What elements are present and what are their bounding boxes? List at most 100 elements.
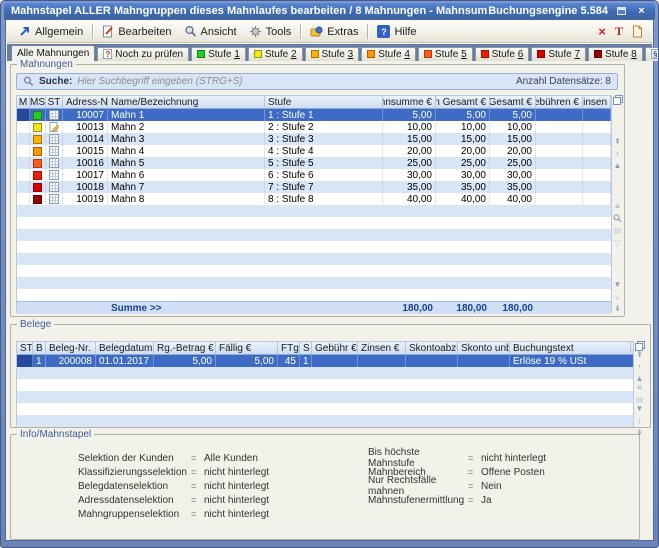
column-header[interactable]: Belegdatum: [96, 342, 154, 354]
tab-stufe-3[interactable]: Stufe 3: [305, 47, 360, 61]
tab-stufe-2[interactable]: Stufe 2: [248, 47, 303, 61]
toolbar: Allgemein Bearbeiten Ansicht Tools Extra…: [7, 21, 652, 43]
column-header[interactable]: Gebühren €: [536, 96, 583, 108]
mahnung-row[interactable]: 10015Mahn 44 : Stufe 420,0020,0020,00: [17, 145, 611, 157]
column-header[interactable]: Buchungstext: [510, 342, 631, 354]
scroll-bottom-icon[interactable]: ⇟: [614, 304, 621, 313]
column-header[interactable]: Gebühr €: [312, 342, 358, 354]
grid-icon: [49, 110, 59, 120]
info-value: nicht hinterlegt: [204, 467, 269, 478]
column-header[interactable]: ST: [17, 342, 33, 354]
column-header[interactable]: MS: [30, 96, 46, 108]
belege-group: Belege ST B Beleg-Nr. Belegdatum Rg.-Bet…: [10, 324, 651, 428]
column-header[interactable]: Zinsen €: [358, 342, 406, 354]
move-down-icon[interactable]: ↓: [637, 416, 641, 425]
mahnung-row[interactable]: 10018Mahn 77 : Stufe 735,0035,0035,00: [17, 181, 611, 193]
page-down-icon[interactable]: ▼: [614, 280, 622, 289]
column-header[interactable]: Fällig Gesamt €: [490, 96, 536, 108]
column-header[interactable]: Stufe: [265, 96, 383, 108]
mahnung-row[interactable]: 10007Mahn 11 : Stufe 15,005,005,00: [17, 109, 611, 121]
tab-stufe-1[interactable]: Stufe 1: [191, 47, 246, 61]
mahnung-row[interactable]: 10017Mahn 66 : Stufe 630,0030,0030,00: [17, 169, 611, 181]
tab-stufe-7[interactable]: Stufe 7: [531, 47, 586, 61]
tab-rechtsf-lle[interactable]: §Rechtsfälle: [645, 47, 659, 61]
tab-noch-zu-pr-fen[interactable]: ?Noch zu prüfen: [97, 47, 189, 61]
menu-tools[interactable]: Tools: [243, 23, 298, 40]
empty-row: [17, 277, 611, 289]
menu-hilfe[interactable]: ? Hilfe: [371, 23, 422, 40]
page-up-icon[interactable]: ▲: [636, 374, 644, 383]
search-input[interactable]: [77, 76, 511, 87]
menu-extras[interactable]: Extras: [304, 23, 364, 40]
column-header[interactable]: Zinsen: [583, 96, 611, 108]
adress-nr-cell: 10013: [63, 121, 108, 133]
empty-row: [17, 265, 611, 277]
column-header[interactable]: B: [33, 342, 46, 354]
tab-stufe-4[interactable]: Stufe 4: [361, 47, 416, 61]
export-icon[interactable]: ▤: [636, 395, 644, 404]
column-header[interactable]: Rg.-Betrag €: [154, 342, 216, 354]
copy-grid-icon[interactable]: [635, 341, 645, 350]
empty-row: [17, 229, 611, 241]
mahnung-row[interactable]: 10019Mahn 88 : Stufe 840,0040,0040,00: [17, 193, 611, 205]
column-header[interactable]: Skonto unber. €: [458, 342, 510, 354]
zinsen-cell: [583, 169, 611, 181]
belege-header[interactable]: ST B Beleg-Nr. Belegdatum Rg.-Betrag € F…: [17, 342, 633, 355]
tab-stufe-5[interactable]: Stufe 5: [418, 47, 473, 61]
toolbar-text-icon[interactable]: T: [615, 24, 623, 39]
beleg-row[interactable]: 120000801.01.20175,005,00451Erlöse 19 % …: [17, 355, 633, 367]
column-header[interactable]: FTg: [278, 342, 300, 354]
column-header[interactable]: Adress-Nr.: [63, 96, 108, 108]
column-header[interactable]: M: [17, 96, 30, 108]
columns-icon[interactable]: ≡: [615, 202, 620, 211]
column-header[interactable]: Skontoabzug €: [406, 342, 458, 354]
tab-stufe-8[interactable]: Stufe 8: [588, 47, 643, 61]
move-up-icon[interactable]: ↑: [615, 149, 619, 158]
mahnung-row[interactable]: 10016Mahn 55 : Stufe 525,0025,0025,00: [17, 157, 611, 169]
restore-button[interactable]: [615, 5, 628, 17]
mahnsumme-cell: 10,00: [383, 121, 436, 133]
close-button[interactable]: ×: [635, 5, 648, 17]
filter-icon[interactable]: ▽: [614, 238, 620, 247]
title-bar[interactable]: Mahnstapel ALLER Mahngruppen dieses Mahn…: [4, 3, 655, 19]
stufe-cell: 3 : Stufe 3: [265, 133, 383, 145]
column-header[interactable]: Fällig €: [216, 342, 278, 354]
grid-search-icon[interactable]: [613, 214, 622, 223]
menu-bearbeiten[interactable]: Bearbeiten: [96, 23, 177, 40]
column-header[interactable]: Beleg-Nr.: [46, 342, 96, 354]
info-value: nicht hinterlegt: [204, 495, 269, 506]
s-cell: 1: [300, 355, 312, 367]
toolbar-close-icon[interactable]: ×: [598, 26, 606, 38]
menu-allgemein[interactable]: Allgemein: [12, 23, 89, 40]
page-edit-icon: [49, 122, 59, 132]
mahnsumme-cell: 35,00: [383, 181, 436, 193]
mahnung-row[interactable]: 10014Mahn 33 : Stufe 315,0015,0015,00: [17, 133, 611, 145]
page-down-icon[interactable]: ▼: [636, 404, 644, 413]
new-page-icon[interactable]: [632, 25, 643, 38]
mahnungen-header[interactable]: M MS ST Adress-Nr. Name/Bezeichnung Stuf…: [17, 96, 611, 109]
zinsen-cell: [583, 121, 611, 133]
columns-icon[interactable]: ≡: [637, 383, 642, 392]
scroll-top-icon[interactable]: ⇞: [614, 137, 621, 146]
faellig-cell: 30,00: [490, 169, 536, 181]
scroll-top-icon[interactable]: ⇞: [636, 350, 643, 359]
faellig-cell: 35,00: [490, 181, 536, 193]
export-icon[interactable]: ▤: [614, 226, 622, 235]
app-version: Buchungsengine 5.584: [488, 5, 608, 17]
move-down-icon[interactable]: ↓: [615, 292, 619, 301]
tab-label: Stufe 5: [435, 49, 467, 60]
mahnung-row[interactable]: 10013Mahn 22 : Stufe 210,0010,0010,00: [17, 121, 611, 133]
info-label: Mahnstufenermittlung: [368, 495, 468, 506]
menu-ansicht[interactable]: Ansicht: [178, 23, 243, 40]
column-header[interactable]: Offen Gesamt €: [436, 96, 490, 108]
column-header[interactable]: Name/Bezeichnung: [108, 96, 265, 108]
page-up-icon[interactable]: ▲: [614, 161, 622, 170]
column-header[interactable]: S: [300, 342, 312, 354]
tab-stufe-6[interactable]: Stufe 6: [475, 47, 530, 61]
copy-grid-icon[interactable]: [613, 95, 623, 104]
toolbar-separator: [367, 24, 368, 39]
column-header[interactable]: ST: [46, 96, 63, 108]
move-up-icon[interactable]: ↑: [637, 362, 641, 371]
grid-icon: [49, 170, 59, 180]
column-header[interactable]: Mahnsumme €: [383, 96, 436, 108]
